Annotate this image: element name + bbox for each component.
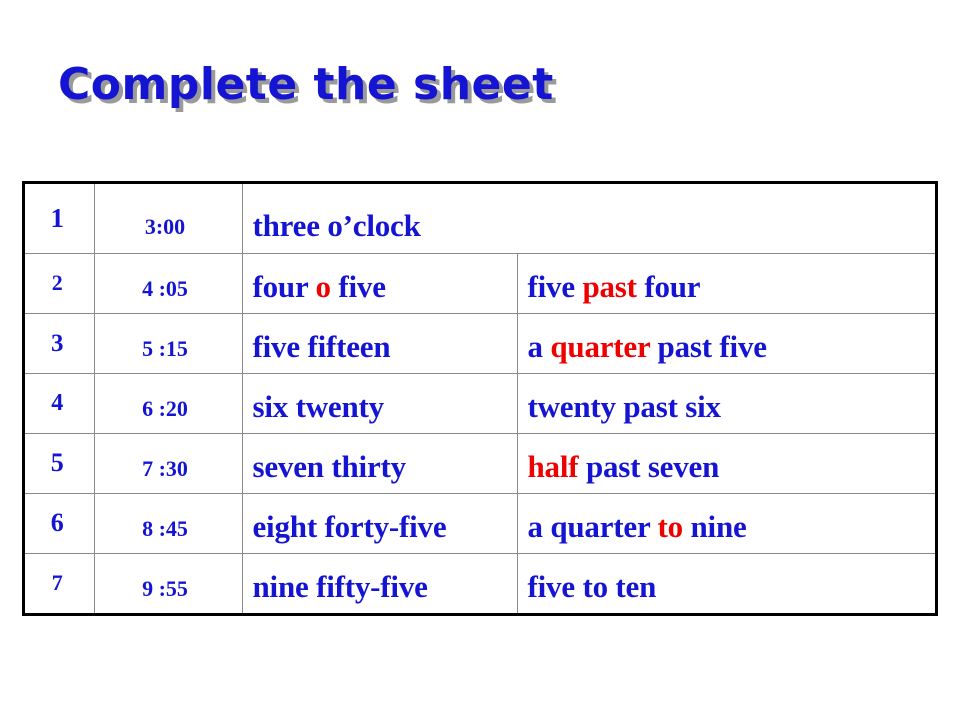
analog-words-cell: a quarter past five: [516, 312, 936, 374]
phrase-segment: eight forty-five: [252, 508, 447, 544]
digital-words-cell: nine fifty-five: [241, 552, 518, 613]
digital-clock-time: 5 :15: [142, 336, 188, 361]
phrase-segment: five: [330, 268, 386, 304]
phrase-segment: twenty past six: [527, 388, 722, 424]
row-number-cell: 4: [25, 372, 95, 434]
highlighted-word: quarter: [550, 328, 650, 364]
analog-words-phrase: a quarter past five: [518, 325, 936, 362]
digital-clock-time: 9 :55: [142, 576, 188, 602]
phrase-segment: nine: [682, 508, 747, 544]
analog-words-phrase: five to ten: [518, 565, 936, 602]
row-number: 7: [51, 570, 63, 596]
table-row: 3 5 :15 five fifteen a quarter past five: [25, 312, 936, 374]
highlighted-word: half: [527, 448, 579, 484]
analog-words-phrase: a quarter to nine: [518, 505, 936, 542]
time-cell: 6 :20: [93, 372, 243, 434]
time-cell: 4 :05: [93, 252, 243, 314]
phrase-segment: past seven: [578, 448, 720, 484]
digital-clock-time: 7 :30: [142, 456, 188, 481]
phrase-segment: five fifteen: [252, 328, 391, 364]
row-number-cell: 6: [25, 492, 95, 554]
row-number: 6: [50, 508, 64, 537]
digital-words-phrase: four o five: [243, 265, 517, 302]
time-cell: 7 :30: [93, 432, 243, 494]
table: 1 3:00 three o’clock 2 4 :05 four o five five …: [25, 184, 936, 613]
analog-words-cell: half past seven: [516, 432, 936, 494]
table-row: 4 6 :20 six twenty twenty past six: [25, 372, 936, 434]
digital-words-phrase: five fifteen: [243, 325, 517, 362]
phrase-segment: three o’clock: [252, 207, 421, 243]
phrase-segment: four: [252, 268, 316, 304]
row-number: 1: [50, 202, 65, 233]
digital-clock-time: 4 :05: [142, 276, 188, 301]
row-number: 2: [51, 270, 63, 295]
time-cell: 5 :15: [93, 312, 243, 374]
analog-words-phrase: half past seven: [518, 445, 936, 482]
row-number: 3: [51, 329, 64, 357]
phrase-segment: nine fifty-five: [252, 568, 428, 604]
analog-words-phrase: five past four: [518, 265, 936, 302]
digital-words-phrase: three o’clock: [243, 196, 936, 241]
digital-words-cell: eight forty-five: [241, 492, 518, 554]
row-number-cell: 2: [25, 252, 95, 314]
table-row: 24 :05 four o five five past four: [25, 252, 936, 314]
analog-words-cell: a quarter to nine: [516, 492, 936, 554]
analog-words-cell: twenty past six: [516, 372, 936, 434]
row-number-cell: 5: [25, 432, 95, 494]
phrase-segment: a: [527, 328, 551, 364]
row-number: 5: [50, 448, 64, 477]
digital-words-cell: five fifteen: [241, 312, 518, 374]
highlighted-word: o: [315, 268, 332, 304]
digital-words-phrase: nine fifty-five: [243, 565, 517, 602]
phrase-segment: four: [636, 268, 701, 304]
digital-words-phrase: seven thirty: [243, 445, 517, 482]
phrase-segment: six twenty: [252, 388, 385, 424]
phrase-segment: past five: [649, 328, 767, 364]
table-row: 6 8 :45 eight forty-five a quarter to nine: [25, 492, 936, 554]
phrase-segment: five to ten: [527, 568, 657, 604]
row-number-cell: 7: [25, 552, 95, 613]
table-body: 1 3:00 three o’clock 2 4 :05 four o five five …: [25, 184, 936, 613]
digital-words-cell: four o five: [241, 252, 518, 314]
row-number: 4: [51, 390, 64, 416]
digital-words-phrase: eight forty-five: [243, 505, 517, 542]
highlighted-word: to: [657, 508, 684, 544]
analog-words-cell: five to ten: [516, 552, 936, 613]
time-cell: 8 :45: [93, 492, 243, 554]
analog-words-phrase: twenty past six: [518, 385, 936, 422]
digital-words-cell: six twenty: [241, 372, 518, 434]
time-cell: 9 :55: [93, 552, 243, 613]
row-number-cell: 1: [25, 184, 95, 254]
table-row: 1 3:00 three o’clock: [25, 184, 936, 254]
time-cell: 3:00: [93, 184, 243, 254]
highlighted-word: past: [582, 268, 637, 304]
table-row: 5 7 :30 seven thirty half past seven: [25, 432, 936, 494]
digital-clock-time: 8 :45: [142, 516, 188, 541]
phrase-segment: seven thirty: [252, 448, 407, 484]
clock-times-table: 1 3:00 three o’clock 2 4 :05 four o five five …: [22, 181, 938, 616]
page-title: Complete the sheet: [58, 59, 554, 110]
digital-clock-time: 3:00: [144, 214, 186, 240]
analog-words-cell: five past four: [516, 252, 936, 314]
row-number-cell: 3: [25, 312, 95, 374]
table-row: 7 9 :55 nine fifty-five five to ten: [25, 552, 936, 613]
phrase-segment: a quarter: [527, 508, 658, 544]
digital-words-cell: three o’clock: [241, 184, 936, 254]
digital-words-phrase: six twenty: [243, 385, 517, 422]
digital-clock-time: 6 :20: [142, 396, 188, 421]
digital-words-cell: seven thirty: [241, 432, 518, 494]
phrase-segment: five: [527, 268, 583, 304]
